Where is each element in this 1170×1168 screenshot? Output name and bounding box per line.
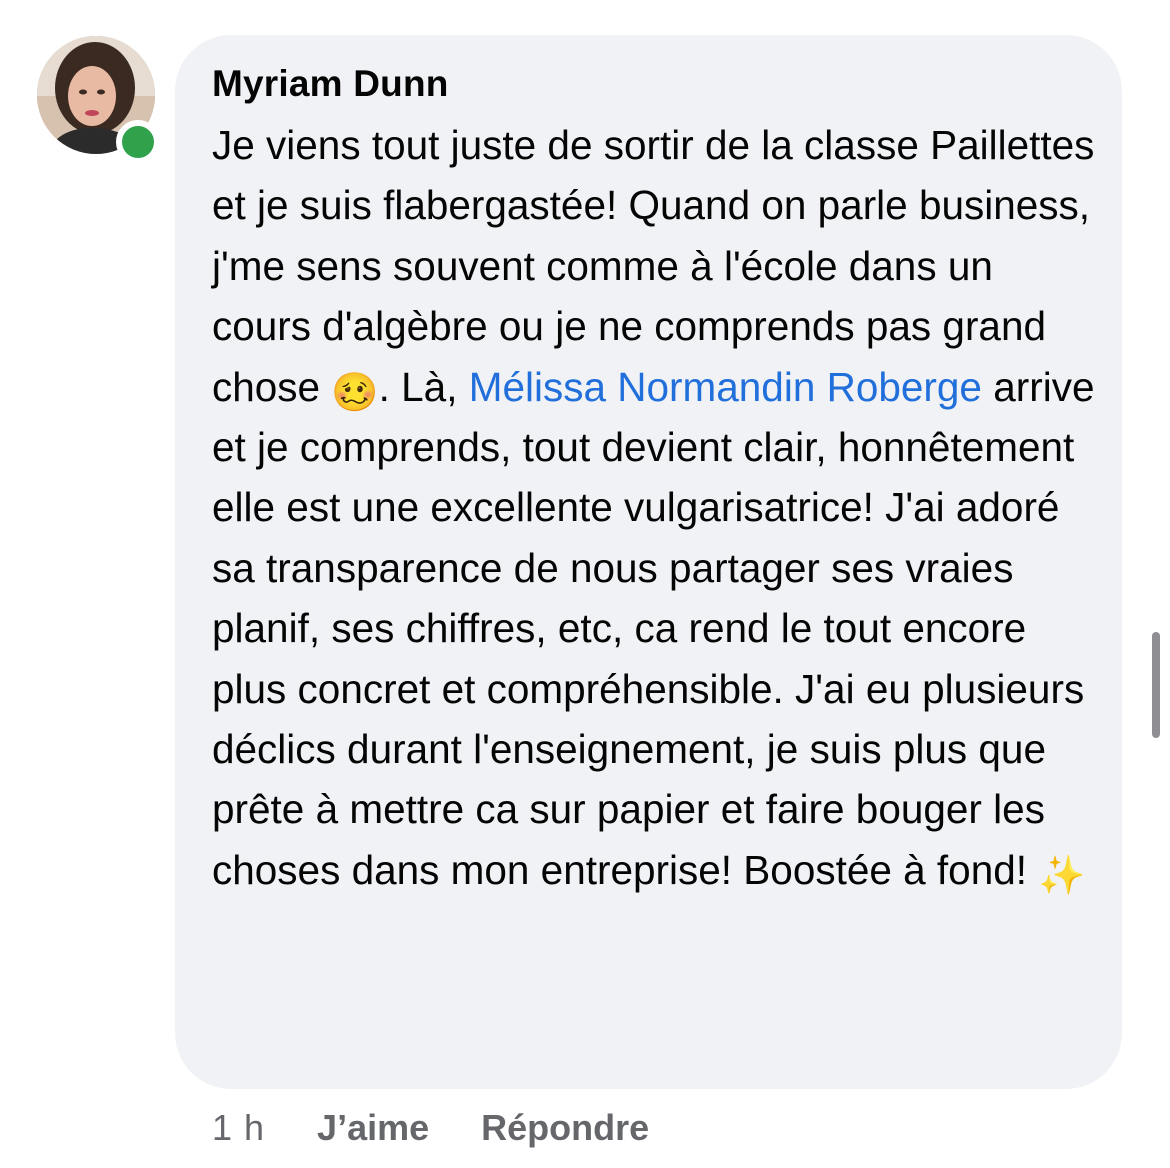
reply-button[interactable]: Répondre [481,1107,649,1149]
comment-timestamp[interactable]: 1 h [212,1107,265,1149]
online-status-icon [116,120,160,164]
comment-actions: 1 h J’aime Répondre [212,1106,649,1150]
comment-text: Je viens tout juste de sortir de la clas… [212,115,1102,900]
comment-view: Myriam Dunn Je viens tout juste de sorti… [0,0,1170,1168]
scrollbar[interactable] [1152,632,1160,738]
comment-text-part2: . Là, [378,363,469,410]
like-button[interactable]: J’aime [317,1107,429,1149]
comment-text-part3: arrive et je comprends, tout devient cla… [212,363,1095,893]
woozy-face-emoji-icon: 🥴 [331,371,379,414]
comment-bubble: Myriam Dunn Je viens tout juste de sorti… [175,35,1122,1089]
comment-author[interactable]: Myriam Dunn [212,63,449,105]
avatar-container[interactable] [37,36,160,164]
mention-link[interactable]: Mélissa Normandin Roberge [469,364,982,410]
sparkles-emoji-icon: ✨ [1038,854,1086,897]
